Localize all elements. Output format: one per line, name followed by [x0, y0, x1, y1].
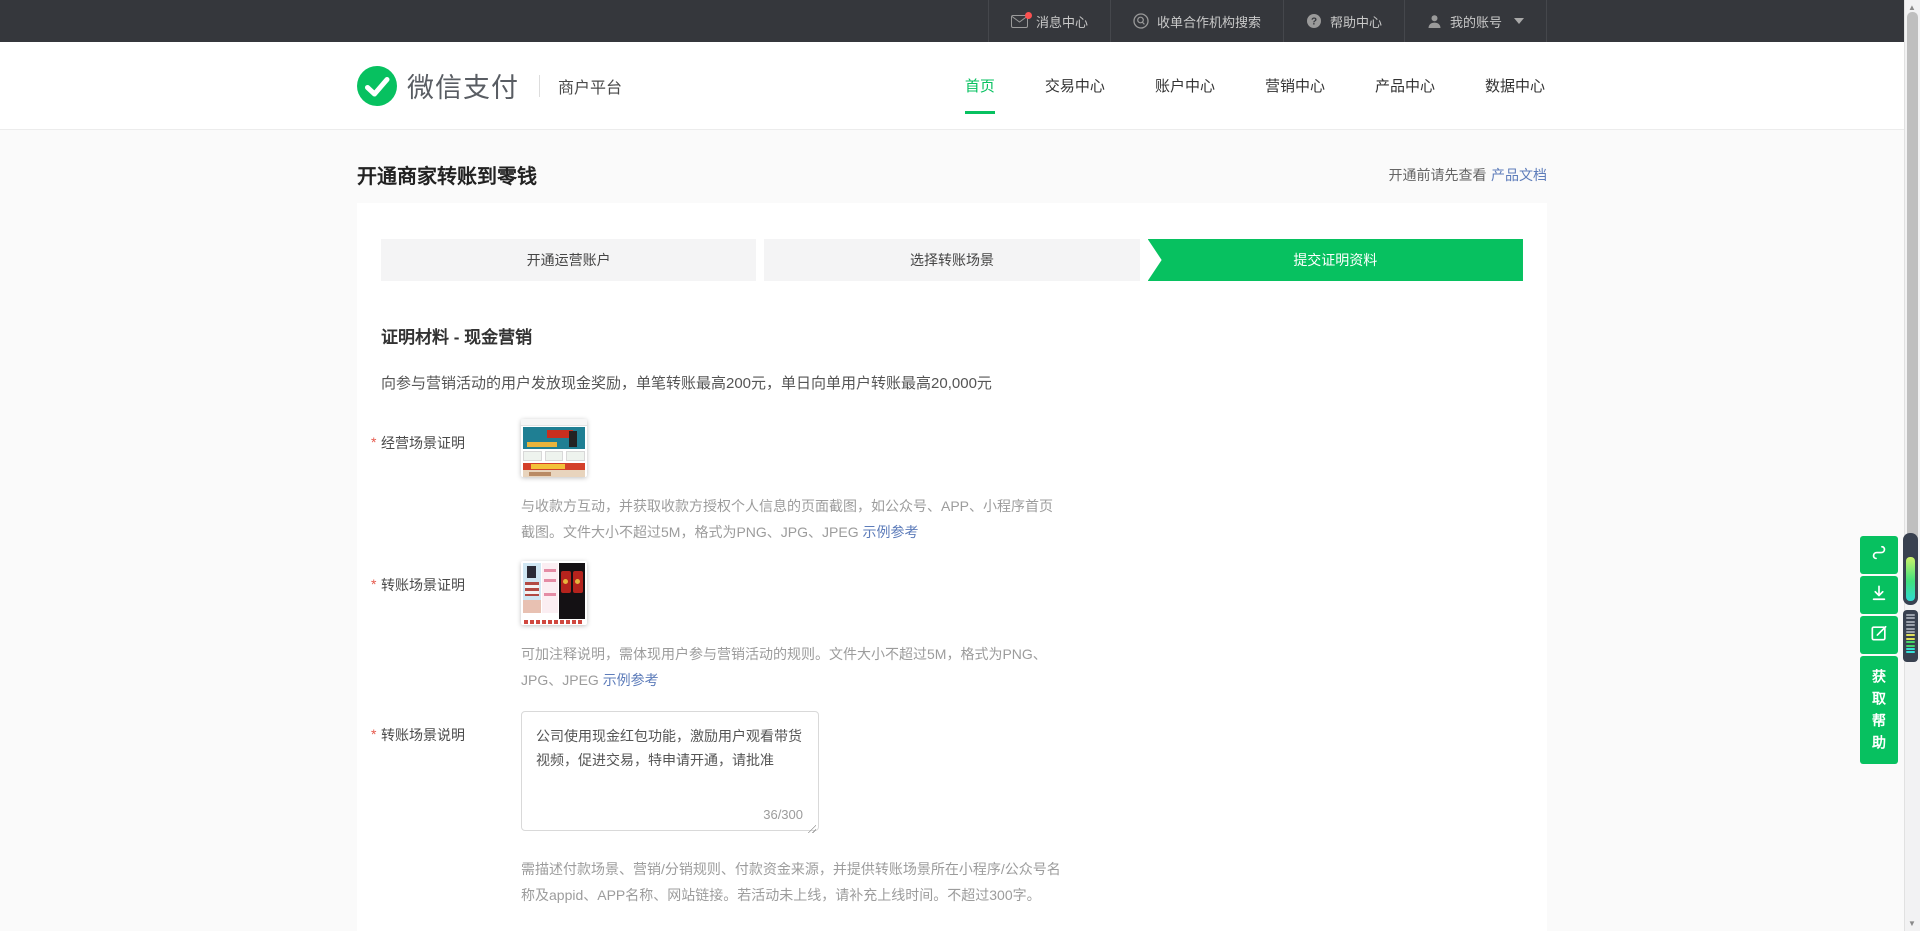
- field-help-text: 可加注释说明，需体现用户参与营销活动的规则。文件大小不超过5M，格式为PNG、J…: [521, 641, 1066, 693]
- topbar-item-label: 我的账号: [1450, 12, 1502, 31]
- textarea-wrap: 公司使用现金红包功能，激励用户观看带货视频，促进交易，特申请开通，请批准 36/…: [521, 711, 819, 836]
- field-help-text: 与收款方互动，并获取收款方授权个人信息的页面截图，如公众号、APP、小程序首页截…: [521, 493, 1066, 545]
- field-content: 与收款方互动，并获取收款方授权个人信息的页面截图，如公众号、APP、小程序首页截…: [521, 419, 1523, 545]
- download-button[interactable]: [1860, 576, 1898, 614]
- minimap-gradient-bar: [1906, 557, 1915, 601]
- doc-hint-wrap: 开通前请先查看 产品文档: [1389, 165, 1547, 185]
- thumb-decoration: [542, 563, 558, 613]
- business-scene-proof-thumbnail[interactable]: [521, 419, 587, 477]
- feedback-button[interactable]: [1860, 616, 1898, 654]
- chevron-down-icon: [1514, 18, 1524, 24]
- product-doc-link[interactable]: 产品文档: [1491, 167, 1547, 183]
- doc-hint: 开通前请先查看: [1389, 167, 1487, 183]
- thumb-decoration: [523, 563, 541, 613]
- example-reference-link[interactable]: 示例参考: [603, 672, 659, 688]
- field-help-text: 需描述付款场景、营销/分销规则、付款资金来源，并提供转账场景所在小程序/公众号名…: [521, 856, 1073, 908]
- form-card: 开通运营账户 选择转账场景 提交证明资料 证明材料 - 现金营销 向参与营销活动…: [357, 203, 1547, 931]
- nav-item-home[interactable]: 首页: [963, 69, 997, 102]
- scrollbar[interactable]: ▲ ▼: [1904, 0, 1920, 931]
- scrollbar-thumb[interactable]: [1907, 12, 1918, 552]
- field-content: 可加注释说明，需体现用户参与营销活动的规则。文件大小不超过5M，格式为PNG、J…: [521, 561, 1523, 693]
- field-label: * 转账场景证明: [381, 561, 521, 693]
- page-title: 开通商家转账到零钱: [357, 160, 537, 189]
- topbar-item-messages[interactable]: 消息中心: [988, 0, 1110, 42]
- example-reference-link[interactable]: 示例参考: [862, 524, 918, 540]
- step-choose-scene: 选择转账场景: [764, 239, 1139, 281]
- question-icon: ?: [1306, 13, 1322, 29]
- brand[interactable]: 微信支付 商户平台: [357, 66, 622, 106]
- field-label: * 经营场景证明: [381, 419, 521, 545]
- topbar-inner: 消息中心 收单合作机构搜索 ? 帮助中心 我的账号: [357, 0, 1547, 42]
- form-row-business-scene-proof: * 经营场景证明 与收款方互动，并获取收款方授权个人信息的页面截图，如公众号、A…: [381, 419, 1523, 545]
- search-icon: [1133, 13, 1149, 29]
- title-row: 开通商家转账到零钱 开通前请先查看 产品文档: [357, 160, 1547, 189]
- edit-icon: [1869, 623, 1889, 648]
- scroll-up-arrow-icon[interactable]: ▲: [1908, 3, 1916, 12]
- page-body: 开通商家转账到零钱 开通前请先查看 产品文档 开通运营账户 选择转账场景 提交证…: [357, 130, 1547, 931]
- thumb-decoration: [524, 620, 584, 624]
- floating-tool-stack: 获取帮助: [1860, 536, 1898, 764]
- get-help-button[interactable]: 获取帮助: [1860, 656, 1898, 764]
- topbar: 消息中心 收单合作机构搜索 ? 帮助中心 我的账号: [0, 0, 1904, 42]
- nav-item-products[interactable]: 产品中心: [1373, 69, 1437, 102]
- form-row-transfer-scene-proof: * 转账场景证明 可加注释说明，需体现用户参与营销活动的规则。文件大小不超过5M…: [381, 561, 1523, 693]
- required-asterisk: *: [371, 434, 376, 450]
- header-inner: 微信支付 商户平台 首页 交易中心 账户中心 营销中心 产品中心 数据中心: [357, 42, 1547, 129]
- section-description: 向参与营销活动的用户发放现金奖励，单笔转账最高200元，单日向单用户转账最高20…: [381, 372, 1523, 393]
- thumb-decoration: [523, 463, 585, 470]
- mail-icon: [1011, 15, 1028, 28]
- required-asterisk: *: [371, 726, 376, 742]
- brand-divider: [539, 75, 540, 97]
- minimap-stripes-widget[interactable]: [1903, 610, 1918, 662]
- quick-link-button[interactable]: [1860, 536, 1898, 574]
- nav-item-transactions[interactable]: 交易中心: [1043, 69, 1107, 102]
- nav-item-marketing[interactable]: 营销中心: [1263, 69, 1327, 102]
- thumb-decoration: [523, 451, 585, 461]
- topbar-item-label: 消息中心: [1036, 12, 1088, 31]
- link-icon: [1869, 543, 1889, 568]
- unread-badge: [1025, 12, 1032, 19]
- step-open-account: 开通运营账户: [381, 239, 756, 281]
- thumb-decoration: [523, 427, 585, 449]
- header: 微信支付 商户平台 首页 交易中心 账户中心 营销中心 产品中心 数据中心: [0, 42, 1904, 130]
- topbar-item-label: 帮助中心: [1330, 12, 1382, 31]
- nav-item-data[interactable]: 数据中心: [1483, 69, 1547, 102]
- download-icon: [1869, 583, 1889, 608]
- form-row-transfer-scene-description: * 转账场景说明 公司使用现金红包功能，激励用户观看带货视频，促进交易，特申请开…: [381, 711, 1523, 908]
- minimap-gradient-widget[interactable]: [1903, 533, 1918, 605]
- svg-text:?: ?: [1311, 17, 1317, 28]
- topbar-item-help-center[interactable]: ? 帮助中心: [1283, 0, 1404, 42]
- field-content: 公司使用现金红包功能，激励用户观看带货视频，促进交易，特申请开通，请批准 36/…: [521, 711, 1523, 908]
- main-nav: 首页 交易中心 账户中心 营销中心 产品中心 数据中心: [963, 69, 1547, 102]
- field-label: * 转账场景说明: [381, 711, 521, 908]
- platform-label: 商户平台: [558, 74, 622, 98]
- thumb-decoration: [521, 419, 587, 426]
- thumb-decoration: [523, 470, 585, 477]
- thumb-decoration: [559, 563, 585, 619]
- step-indicator: 开通运营账户 选择转账场景 提交证明资料: [381, 239, 1523, 281]
- transfer-scene-proof-thumbnail[interactable]: [521, 561, 587, 625]
- nav-item-account[interactable]: 账户中心: [1153, 69, 1217, 102]
- required-asterisk: *: [371, 576, 376, 592]
- topbar-item-label: 收单合作机构搜索: [1157, 12, 1261, 31]
- topbar-item-my-account[interactable]: 我的账号: [1404, 0, 1547, 42]
- app-viewport: 消息中心 收单合作机构搜索 ? 帮助中心 我的账号: [0, 0, 1904, 931]
- user-icon: [1427, 14, 1442, 29]
- step-submit-proof: 提交证明资料: [1148, 239, 1523, 281]
- wechat-pay-logo-icon: [357, 66, 397, 106]
- scroll-down-arrow-icon[interactable]: ▼: [1908, 919, 1916, 928]
- section-title: 证明材料 - 现金营销: [381, 323, 1523, 348]
- topbar-item-acquirer-search[interactable]: 收单合作机构搜索: [1110, 0, 1283, 42]
- brand-name: 微信支付: [407, 66, 519, 105]
- char-counter: 36/300: [763, 807, 803, 822]
